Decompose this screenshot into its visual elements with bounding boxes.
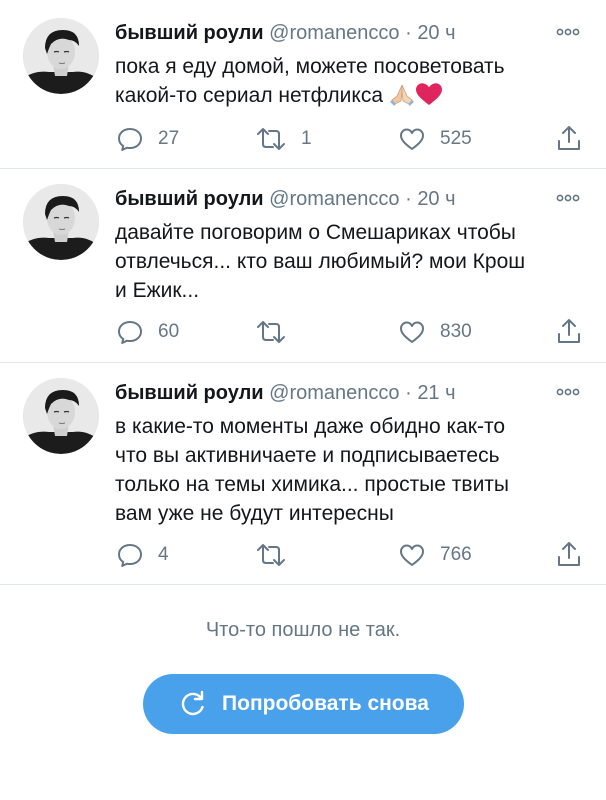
- tweet-text-line: в какие-то моменты даже обидно как-то: [115, 415, 506, 438]
- tweet[interactable]: бывший роули @romanencco · 20 ч давайте …: [0, 168, 606, 363]
- avatar-photo: [23, 378, 99, 454]
- share-button[interactable]: [555, 317, 583, 345]
- retry-button[interactable]: Попробовать снова: [143, 674, 464, 734]
- retweet-icon: [255, 541, 287, 569]
- tweet-header: бывший роули @romanencco · 20 ч: [115, 188, 456, 214]
- user-handle[interactable]: @romanencco: [269, 382, 399, 404]
- retweet-button[interactable]: 1: [255, 125, 312, 153]
- reply-button[interactable]: 60: [116, 318, 179, 346]
- separator-dot: ·: [405, 22, 412, 44]
- separator-dot: ·: [405, 188, 412, 210]
- reply-count: 27: [158, 128, 180, 149]
- share-icon: [555, 317, 583, 345]
- avatar[interactable]: [23, 378, 99, 454]
- reply-count: 60: [158, 321, 180, 342]
- tweet[interactable]: бывший роули @romanencco · 20 ч пока я е…: [0, 0, 606, 169]
- tweet-text: давайте поговорим о Смешариках чтобы отв…: [115, 218, 585, 305]
- share-icon: [555, 540, 583, 568]
- retweet-count: 1: [301, 128, 312, 149]
- reply-button[interactable]: 4: [116, 541, 169, 569]
- share-button[interactable]: [555, 540, 583, 568]
- avatar[interactable]: [23, 18, 99, 94]
- red-heart-emoji-icon: [415, 83, 442, 105]
- avatar[interactable]: [23, 184, 99, 260]
- heart-icon: [398, 541, 426, 569]
- retry-label: Попробовать снова: [222, 692, 429, 715]
- tweet-text-line: какой-то сериал нетфликса: [115, 81, 585, 110]
- display-name[interactable]: бывший роули: [115, 22, 264, 44]
- timestamp[interactable]: 20 ч: [417, 188, 455, 210]
- like-button[interactable]: 830: [398, 318, 472, 346]
- timestamp[interactable]: 20 ч: [417, 22, 455, 44]
- tweet[interactable]: бывший роули @romanencco · 21 ч в какие-…: [0, 362, 606, 585]
- reply-icon: [116, 318, 144, 346]
- like-button[interactable]: 766: [398, 541, 472, 569]
- like-count: 830: [440, 321, 472, 342]
- separator-dot: ·: [405, 382, 412, 404]
- avatar-photo: [23, 18, 99, 94]
- tweet-text-fragment: какой-то сериал нетфликса: [115, 84, 384, 107]
- avatar-photo: [23, 184, 99, 260]
- user-handle[interactable]: @romanencco: [269, 22, 399, 44]
- tweet-text-line: и Ежик...: [115, 279, 200, 302]
- tweet-header: бывший роули @romanencco · 20 ч: [115, 22, 456, 48]
- reply-icon: [116, 541, 144, 569]
- tweet-text-line: отвлечься... кто ваш любимый? мои Крош: [115, 250, 526, 273]
- heart-icon: [398, 318, 426, 346]
- tweet-text-line: давайте поговорим о Смешариках чтобы: [115, 221, 516, 244]
- reply-button[interactable]: 27: [116, 125, 179, 153]
- tweet-text-line: только на темы химика... простые твиты: [115, 473, 510, 496]
- refresh-icon: [181, 690, 204, 716]
- display-name[interactable]: бывший роули: [115, 382, 264, 404]
- tweet-text: в какие-то моменты даже обидно как-то чт…: [115, 412, 585, 528]
- error-message: Что-то пошло не так.: [205, 619, 401, 641]
- tweet-text-line: пока я еду домой, можете посоветовать: [115, 55, 505, 78]
- like-count: 525: [440, 128, 472, 149]
- more-options-icon[interactable]: [556, 192, 580, 204]
- folded-hands-emoji-icon: [389, 84, 414, 106]
- more-options-icon[interactable]: [556, 386, 580, 398]
- share-button[interactable]: [555, 124, 583, 152]
- like-button[interactable]: 525: [398, 125, 472, 153]
- like-count: 766: [440, 544, 472, 565]
- tweet-text-line: что вы активничаете и подписываетесь: [115, 444, 500, 467]
- tweet-text: пока я еду домой, можете посоветовать ка…: [115, 52, 585, 110]
- retweet-button[interactable]: [255, 318, 287, 346]
- share-icon: [555, 124, 583, 152]
- retweet-icon: [255, 318, 287, 346]
- retweet-button[interactable]: [255, 541, 287, 569]
- tweet-text-line: вам уже не будут интересны: [115, 502, 394, 525]
- heart-icon: [398, 125, 426, 153]
- reply-count: 4: [158, 544, 169, 565]
- more-options-icon[interactable]: [556, 26, 580, 38]
- user-handle[interactable]: @romanencco: [269, 188, 399, 210]
- retweet-icon: [255, 125, 287, 153]
- timestamp[interactable]: 21 ч: [417, 382, 455, 404]
- display-name[interactable]: бывший роули: [115, 188, 264, 210]
- tweet-header: бывший роули @romanencco · 21 ч: [115, 382, 456, 408]
- reply-icon: [116, 125, 144, 153]
